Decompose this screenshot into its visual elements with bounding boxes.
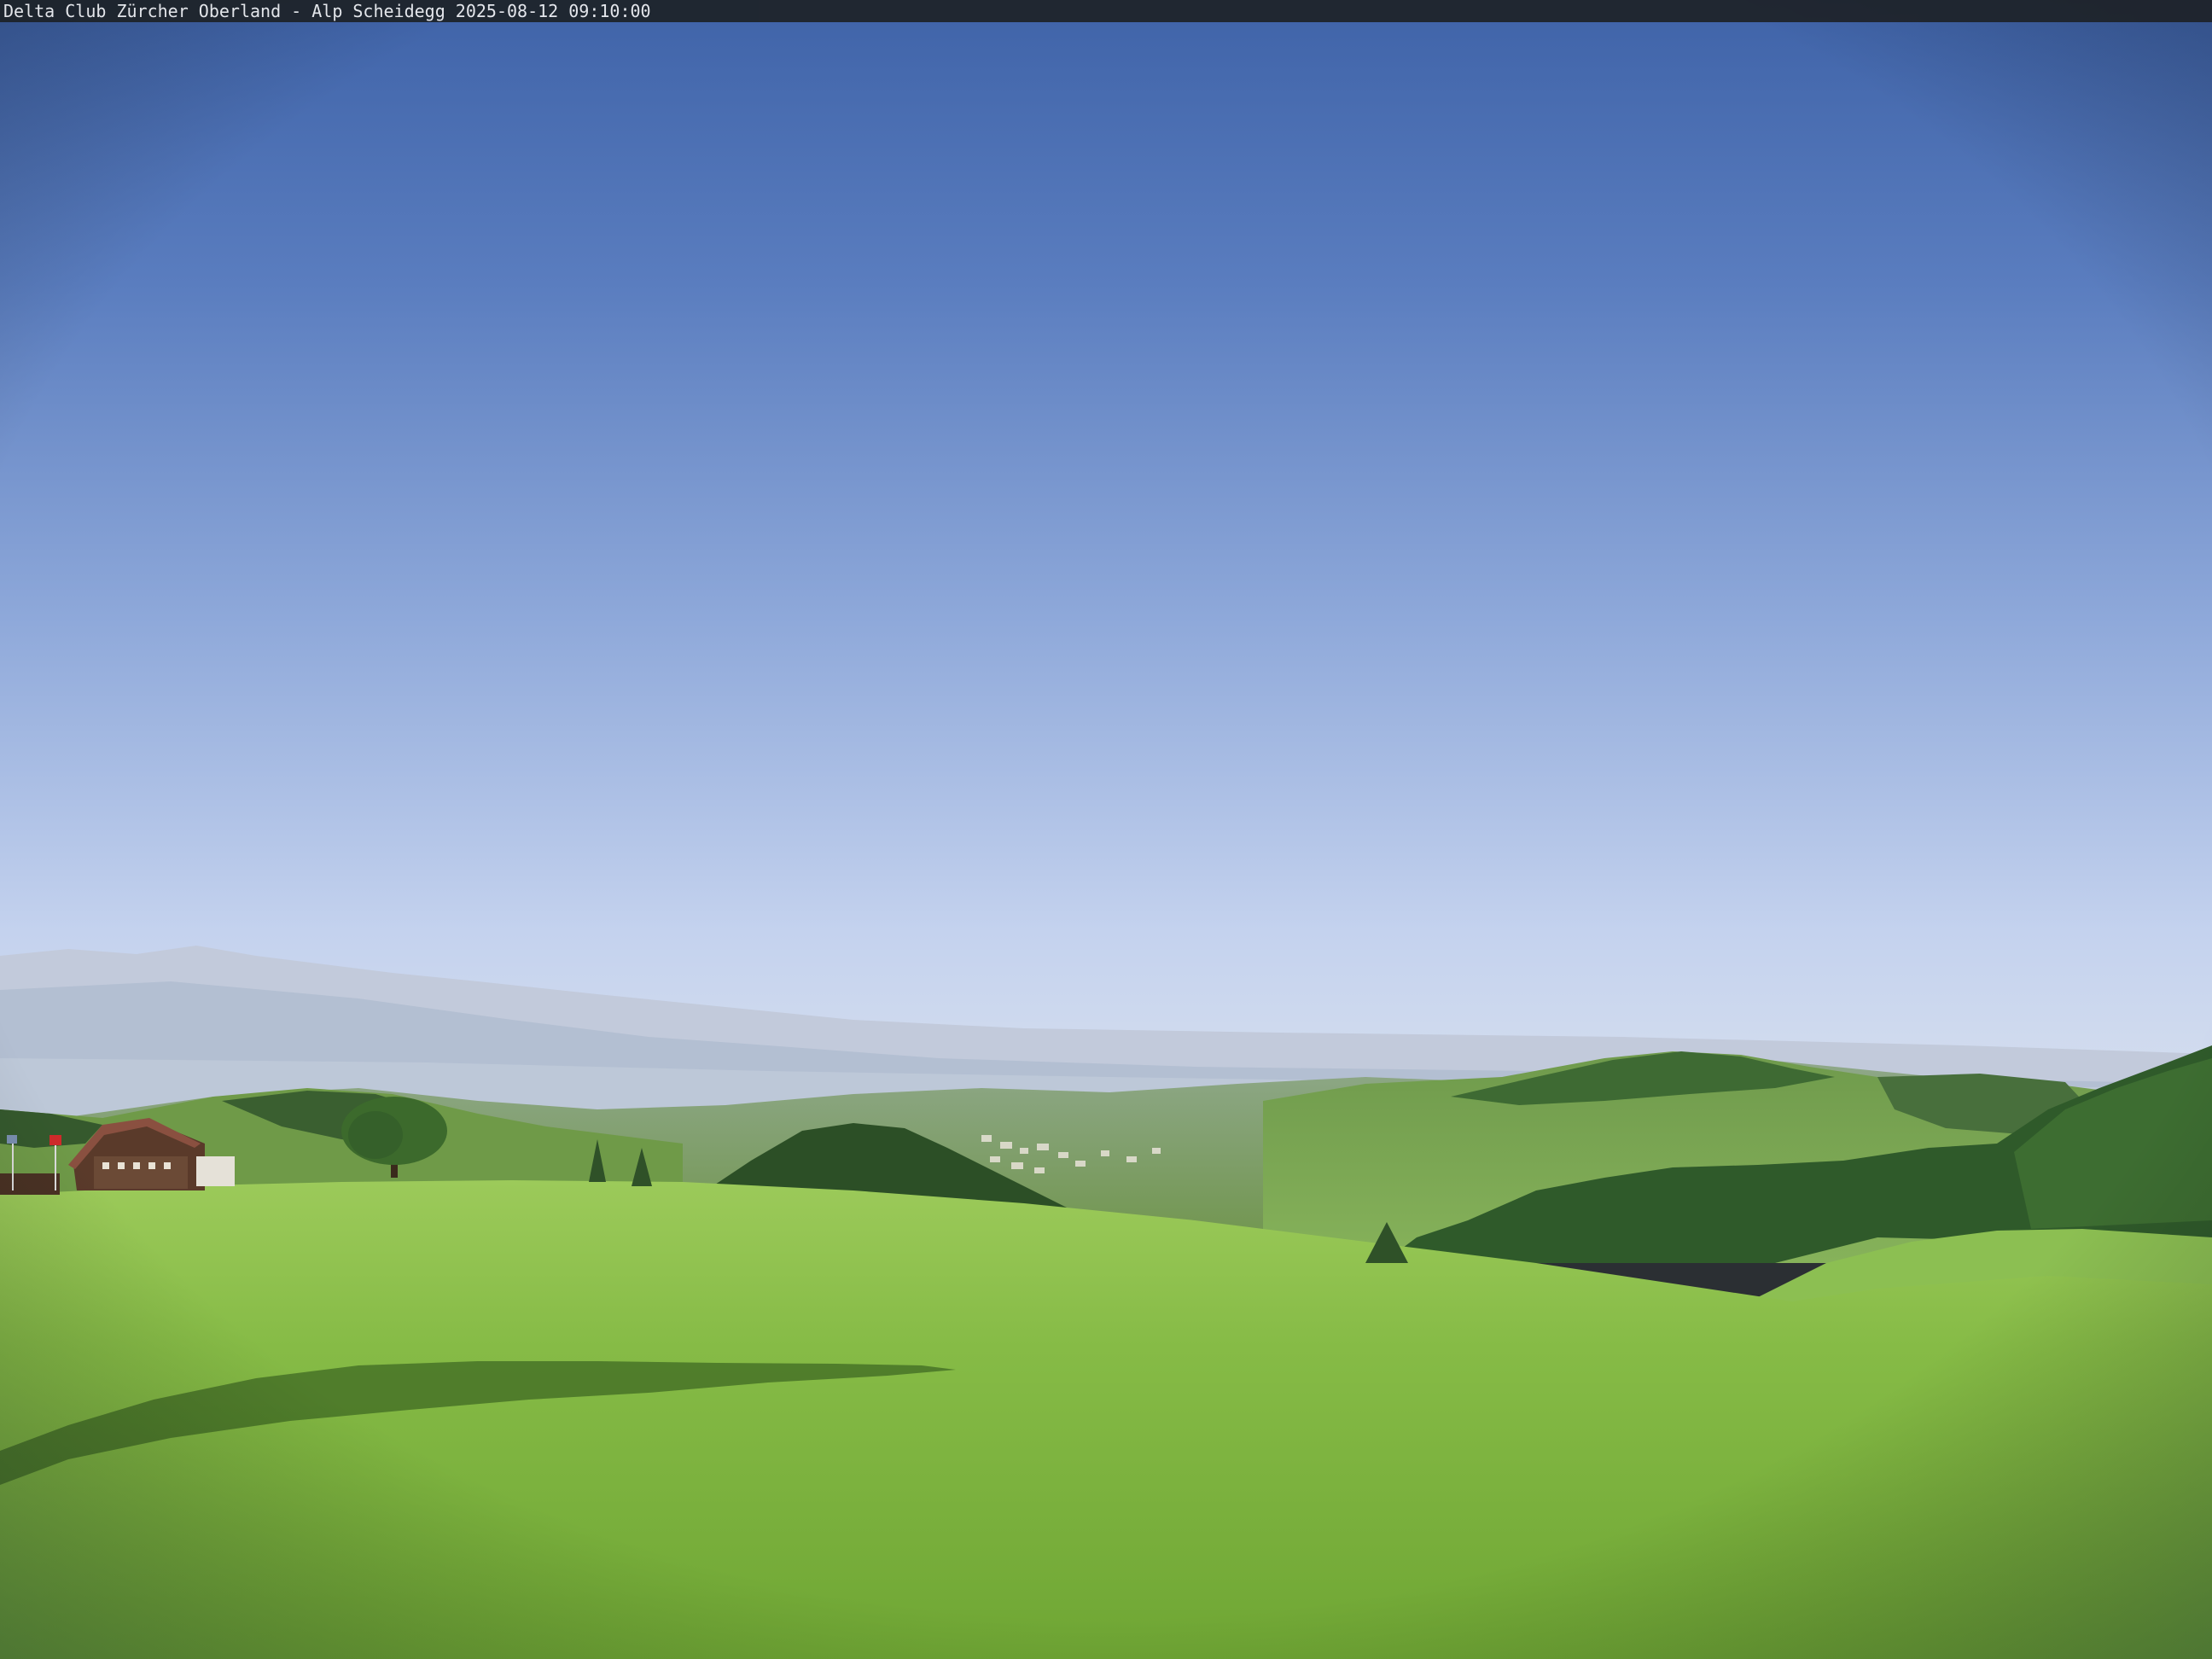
landscape-scene (0, 0, 2212, 1659)
webcam-image: Delta Club Zürcher Oberland - Alp Scheid… (0, 0, 2212, 1659)
caption-bar: Delta Club Zürcher Oberland - Alp Scheid… (0, 0, 2212, 22)
webcam-caption: Delta Club Zürcher Oberland - Alp Scheid… (3, 1, 651, 21)
lens-vignette (0, 0, 2212, 1659)
